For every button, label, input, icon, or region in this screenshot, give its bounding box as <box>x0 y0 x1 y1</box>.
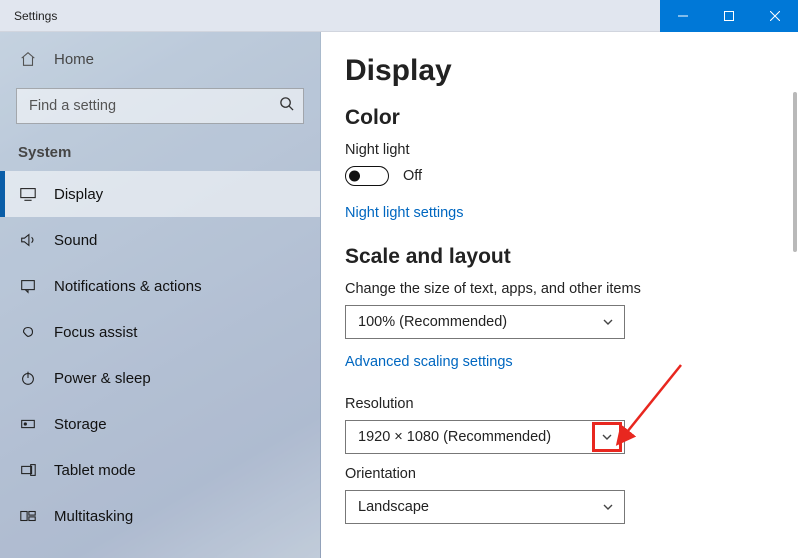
sidebar-item-storage[interactable]: Storage <box>0 401 320 447</box>
sidebar-item-label: Display <box>54 186 103 203</box>
night-light-toggle[interactable] <box>345 166 389 186</box>
sidebar-item-power-sleep[interactable]: Power & sleep <box>0 355 320 401</box>
sidebar-item-label: Storage <box>54 416 107 433</box>
minimize-button[interactable] <box>660 0 706 32</box>
text-size-label: Change the size of text, apps, and other… <box>345 281 798 297</box>
sidebar-home[interactable]: Home <box>0 40 320 78</box>
focus-assist-icon <box>18 323 38 341</box>
minimize-icon <box>678 11 688 21</box>
sidebar-item-label: Tablet mode <box>54 462 136 479</box>
section-color-heading: Color <box>345 106 798 130</box>
close-icon <box>770 11 780 21</box>
sidebar-section-heading: System <box>0 132 320 171</box>
sidebar-search <box>16 88 304 124</box>
main-content: Display Color Night light Off Night ligh… <box>321 32 798 558</box>
power-icon <box>18 369 38 387</box>
sound-icon <box>18 231 38 249</box>
maximize-button[interactable] <box>706 0 752 32</box>
orientation-dropdown[interactable]: Landscape <box>345 490 625 524</box>
sidebar-item-label: Focus assist <box>54 324 137 341</box>
resolution-dropdown-callout <box>592 422 622 452</box>
resolution-label: Resolution <box>345 396 798 412</box>
tablet-icon <box>18 461 38 479</box>
night-light-settings-link[interactable]: Night light settings <box>345 205 463 221</box>
night-light-state: Off <box>403 168 422 184</box>
close-button[interactable] <box>752 0 798 32</box>
sidebar-item-notifications[interactable]: Notifications & actions <box>0 263 320 309</box>
page-title: Display <box>345 54 798 88</box>
sidebar-item-display[interactable]: Display <box>0 171 320 217</box>
search-input[interactable] <box>16 88 304 124</box>
sidebar-item-multitasking[interactable]: Multitasking <box>0 493 320 539</box>
sidebar: Home System Display Sound Notifications … <box>0 32 321 558</box>
chevron-down-icon <box>602 501 614 513</box>
resolution-dropdown[interactable]: 1920 × 1080 (Recommended) <box>345 420 625 454</box>
chevron-down-icon <box>602 316 614 328</box>
display-icon <box>18 185 38 203</box>
sidebar-item-label: Notifications & actions <box>54 278 202 295</box>
home-icon <box>18 50 38 68</box>
advanced-scaling-link[interactable]: Advanced scaling settings <box>345 354 513 370</box>
maximize-icon <box>724 11 734 21</box>
sidebar-item-tablet-mode[interactable]: Tablet mode <box>0 447 320 493</box>
storage-icon <box>18 415 38 433</box>
orientation-label: Orientation <box>345 466 798 482</box>
sidebar-item-label: Power & sleep <box>54 370 151 387</box>
night-light-label: Night light <box>345 142 798 158</box>
window-caption-buttons <box>660 0 798 32</box>
text-size-value: 100% (Recommended) <box>358 314 507 330</box>
sidebar-item-sound[interactable]: Sound <box>0 217 320 263</box>
window-title: Settings <box>0 9 660 23</box>
section-scale-heading: Scale and layout <box>345 245 798 269</box>
resolution-value: 1920 × 1080 (Recommended) <box>358 429 551 445</box>
sidebar-item-focus-assist[interactable]: Focus assist <box>0 309 320 355</box>
multitasking-icon <box>18 507 38 525</box>
scrollbar-thumb[interactable] <box>793 92 797 252</box>
sidebar-item-label: Sound <box>54 232 97 249</box>
orientation-value: Landscape <box>358 499 429 515</box>
chevron-down-icon <box>601 431 613 443</box>
sidebar-item-label: Multitasking <box>54 508 133 525</box>
notifications-icon <box>18 277 38 295</box>
search-icon <box>279 96 294 116</box>
window-titlebar: Settings <box>0 0 798 32</box>
text-size-dropdown[interactable]: 100% (Recommended) <box>345 305 625 339</box>
sidebar-home-label: Home <box>54 51 94 68</box>
